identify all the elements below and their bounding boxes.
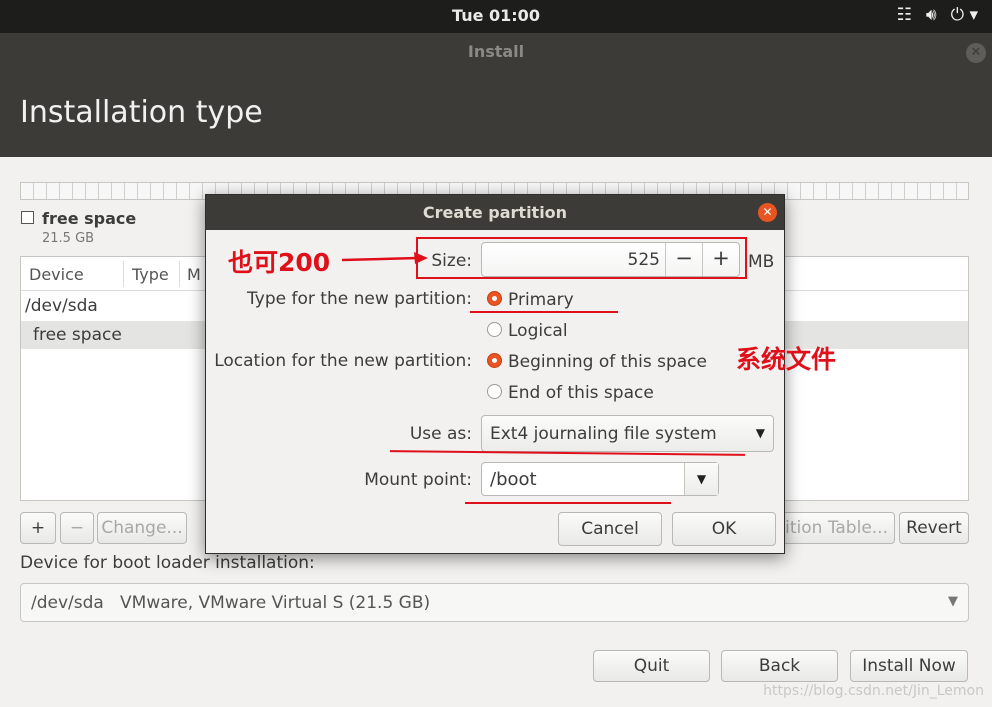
primary-radio[interactable] bbox=[487, 291, 502, 306]
column-header-mount[interactable]: M bbox=[187, 265, 201, 284]
network-icon[interactable]: ☷ bbox=[897, 5, 912, 25]
annotation-underline bbox=[470, 311, 618, 313]
window-titlebar: Install ✕ bbox=[0, 33, 992, 71]
column-header-type[interactable]: Type bbox=[132, 265, 169, 284]
change-partition-button[interactable]: Change... bbox=[97, 512, 187, 544]
top-panel: Tue 01:00 ☷ 🔊︎ ⏻ ▾ bbox=[0, 0, 992, 33]
annotation-underline bbox=[465, 502, 671, 504]
boot-loader-label: Device for boot loader installation: bbox=[20, 553, 315, 573]
column-divider bbox=[179, 261, 180, 287]
cancel-button[interactable]: Cancel bbox=[558, 512, 662, 546]
remove-partition-button[interactable]: − bbox=[60, 512, 94, 544]
page-title: Installation type bbox=[20, 95, 263, 130]
dialog-titlebar: Create partition ✕ bbox=[206, 195, 784, 230]
quit-button[interactable]: Quit bbox=[593, 650, 710, 682]
add-partition-button[interactable]: + bbox=[20, 512, 56, 544]
boot-loader-value: /dev/sda VMware, VMware Virtual S (21.5 … bbox=[31, 593, 431, 613]
row-device: /dev/sda bbox=[25, 296, 98, 316]
legend-swatch bbox=[21, 211, 34, 224]
annotation-arrow bbox=[341, 252, 428, 264]
boot-loader-select[interactable]: /dev/sda VMware, VMware Virtual S (21.5 … bbox=[20, 583, 969, 622]
location-label: Location for the new partition: bbox=[214, 351, 472, 371]
size-unit: MB bbox=[748, 252, 775, 272]
mount-point-input[interactable]: /boot bbox=[490, 469, 537, 490]
revert-button[interactable]: Revert bbox=[899, 512, 969, 544]
watermark: https://blog.csdn.net/Jin_Lemon bbox=[763, 683, 984, 699]
use-as-select[interactable]: Ext4 journaling file system ▼ bbox=[481, 415, 774, 452]
column-divider bbox=[123, 261, 124, 287]
back-button[interactable]: Back bbox=[721, 650, 838, 682]
use-as-value: Ext4 journaling file system bbox=[490, 424, 717, 444]
primary-radio-label[interactable]: Primary bbox=[508, 290, 574, 310]
column-header-device[interactable]: Device bbox=[29, 265, 84, 284]
end-radio[interactable] bbox=[487, 384, 502, 399]
legend-label: free space bbox=[42, 209, 137, 228]
legend-size: 21.5 GB bbox=[42, 231, 95, 246]
clock[interactable]: Tue 01:00 bbox=[0, 6, 992, 25]
ok-button[interactable]: OK bbox=[672, 512, 776, 546]
close-icon[interactable]: ✕ bbox=[758, 203, 777, 222]
chevron-down-icon: ▼ bbox=[755, 426, 765, 440]
system-annotation-text: 系统文件 bbox=[736, 345, 837, 374]
size-annotation-box bbox=[416, 237, 747, 279]
close-icon[interactable]: ✕ bbox=[966, 43, 986, 63]
beginning-radio[interactable] bbox=[487, 353, 502, 368]
power-icon[interactable]: ⏻ ▾ bbox=[951, 5, 978, 25]
beginning-radio-label[interactable]: Beginning of this space bbox=[508, 352, 707, 372]
volume-icon[interactable]: 🔊︎ bbox=[926, 5, 937, 25]
size-annotation-text: 也可200 bbox=[228, 248, 331, 277]
dialog-title: Create partition bbox=[422, 203, 568, 222]
type-label: Type for the new partition: bbox=[247, 289, 472, 309]
window-title: Install bbox=[467, 42, 525, 61]
chevron-down-icon[interactable]: ▼ bbox=[684, 463, 718, 495]
mount-point-combo[interactable]: /boot ▼ bbox=[481, 462, 719, 496]
page-header: Installation type bbox=[0, 71, 992, 157]
use-as-label: Use as: bbox=[409, 424, 472, 444]
mount-point-label: Mount point: bbox=[364, 470, 472, 490]
install-now-button[interactable]: Install Now bbox=[850, 650, 968, 682]
logical-radio[interactable] bbox=[487, 322, 502, 337]
logical-radio-label[interactable]: Logical bbox=[508, 321, 568, 341]
system-tray[interactable]: ☷ 🔊︎ ⏻ ▾ bbox=[897, 5, 978, 25]
row-device: free space bbox=[33, 325, 122, 345]
end-radio-label[interactable]: End of this space bbox=[508, 383, 654, 403]
chevron-down-icon: ▼ bbox=[948, 594, 958, 609]
